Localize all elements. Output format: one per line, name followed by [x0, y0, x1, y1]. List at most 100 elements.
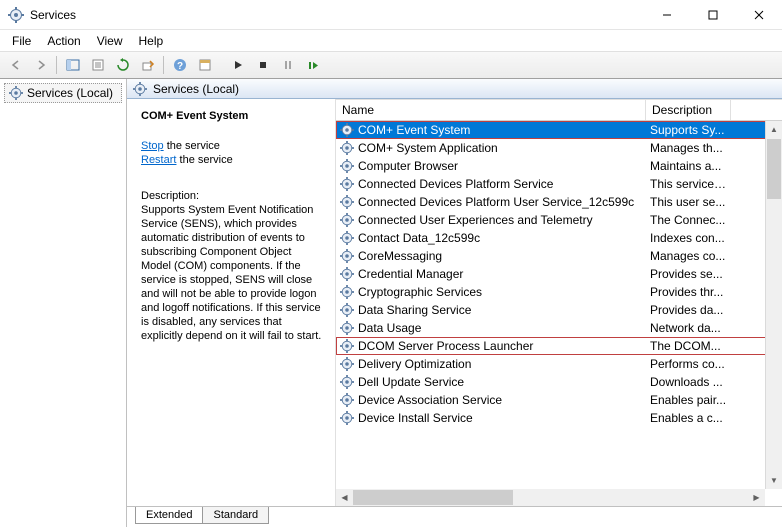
service-row[interactable]: CoreMessagingManages co...	[336, 247, 782, 265]
tab-extended[interactable]: Extended	[135, 507, 203, 524]
service-desc-cell: Performs co...	[646, 357, 731, 371]
gear-icon	[9, 86, 23, 100]
back-button[interactable]	[4, 54, 27, 76]
service-name-cell: CoreMessaging	[336, 249, 646, 263]
svg-text:?: ?	[176, 61, 182, 72]
service-name: Device Association Service	[358, 393, 502, 407]
restart-service-button[interactable]	[301, 54, 324, 76]
tree-root-services-local[interactable]: Services (Local)	[4, 83, 122, 103]
service-row[interactable]: Credential Manager Provides se...	[336, 265, 782, 283]
minimize-button[interactable]	[644, 0, 690, 30]
service-desc-cell: Downloads ...	[646, 375, 731, 389]
gear-icon	[340, 213, 354, 227]
close-button[interactable]	[736, 0, 782, 30]
description-label: Description:	[141, 189, 323, 203]
scroll-up-button[interactable]: ▲	[766, 121, 782, 138]
gear-icon	[340, 411, 354, 425]
pause-service-button[interactable]	[276, 54, 299, 76]
service-name: DCOM Server Process Launcher	[358, 339, 533, 353]
service-name: Connected Devices Platform User Service_…	[358, 195, 634, 209]
app-icon	[8, 7, 24, 23]
horizontal-scrollbar[interactable]: ◀ ▶	[336, 489, 765, 506]
service-actions: Stop the service Restart the service	[141, 139, 323, 167]
service-row[interactable]: COM+ Event SystemSupports Sy...	[336, 121, 782, 139]
hscroll-thumb[interactable]	[353, 490, 513, 505]
show-hide-tree-button[interactable]	[61, 54, 84, 76]
service-row[interactable]: Delivery OptimizationPerforms co...	[336, 355, 782, 373]
info-panel: COM+ Event System Stop the service Resta…	[127, 99, 335, 506]
service-desc-cell: Maintains a...	[646, 159, 731, 173]
service-name-cell: Data Sharing Service	[336, 303, 646, 317]
stop-suffix: the service	[164, 140, 220, 152]
service-row[interactable]: COM+ System Application Manages th...	[336, 139, 782, 157]
service-desc-cell: Provides thr...	[646, 285, 731, 299]
menu-file[interactable]: File	[4, 32, 39, 50]
service-name: CoreMessaging	[358, 249, 442, 263]
service-name: Credential Manager	[358, 267, 463, 281]
scroll-left-button[interactable]: ◀	[336, 489, 353, 506]
restart-link[interactable]: Restart	[141, 154, 176, 166]
service-name: Cryptographic Services	[358, 285, 482, 299]
gear-icon	[340, 195, 354, 209]
service-row[interactable]: Computer Browser Maintains a...	[336, 157, 782, 175]
service-desc-cell: Supports Sy...	[646, 123, 731, 137]
column-description[interactable]: Description	[646, 100, 731, 120]
service-name-cell: COM+ System Application	[336, 141, 646, 155]
gear-icon	[340, 375, 354, 389]
stop-link[interactable]: Stop	[141, 140, 164, 152]
service-name: Computer Browser	[358, 159, 458, 173]
service-desc-cell: The DCOM...	[646, 339, 731, 353]
menu-action[interactable]: Action	[39, 32, 88, 50]
service-name: Data Usage	[358, 321, 421, 335]
service-list[interactable]: COM+ Event SystemSupports Sy...COM+ Syst…	[336, 121, 782, 473]
tree-root-label: Services (Local)	[27, 86, 113, 100]
service-desc-cell: Provides da...	[646, 303, 731, 317]
service-row[interactable]: Device Install ServiceEnables a c...	[336, 409, 782, 427]
service-row[interactable]: Cryptographic Services Provides thr...	[336, 283, 782, 301]
view-tabs: Extended Standard	[127, 506, 782, 527]
service-row[interactable]: Connected Devices Platform ServiceThis s…	[336, 175, 782, 193]
window-controls	[644, 0, 782, 30]
properties-sheet-button[interactable]	[193, 54, 216, 76]
menu-view[interactable]: View	[89, 32, 131, 50]
stop-service-button[interactable]	[251, 54, 274, 76]
service-name: COM+ System Application	[358, 141, 498, 155]
service-desc-cell: Enables a c...	[646, 411, 731, 425]
service-row[interactable]: DCOM Server Process Launcher The DCOM...	[336, 337, 782, 355]
service-name-cell: Contact Data_12c599c	[336, 231, 646, 245]
start-service-button[interactable]	[226, 54, 249, 76]
service-row[interactable]: Device Association Service Enables pair..…	[336, 391, 782, 409]
scroll-right-button[interactable]: ▶	[748, 489, 765, 506]
properties-button[interactable]	[86, 54, 109, 76]
list-header-label: Services (Local)	[153, 82, 239, 96]
service-row[interactable]: Dell Update Service Downloads ...	[336, 373, 782, 391]
service-desc-cell: Enables pair...	[646, 393, 731, 407]
help-button[interactable]: ?	[168, 54, 191, 76]
service-name-cell: Connected Devices Platform Service	[336, 177, 646, 191]
service-row[interactable]: Connected User Experiences and Telemetry…	[336, 211, 782, 229]
column-name[interactable]: Name	[336, 100, 646, 120]
scroll-down-button[interactable]: ▼	[766, 472, 782, 489]
service-desc-cell: Provides se...	[646, 267, 731, 281]
menu-help[interactable]: Help	[131, 32, 172, 50]
service-desc-cell: Manages th...	[646, 141, 731, 155]
vertical-scrollbar[interactable]: ▲ ▼	[765, 121, 782, 489]
maximize-button[interactable]	[690, 0, 736, 30]
service-name: Data Sharing Service	[358, 303, 471, 317]
service-name: Dell Update Service	[358, 375, 464, 389]
service-name-cell: Dell Update Service	[336, 375, 646, 389]
service-name-cell: Delivery Optimization	[336, 357, 646, 371]
forward-button[interactable]	[29, 54, 52, 76]
scroll-thumb[interactable]	[767, 139, 781, 199]
refresh-button[interactable]	[111, 54, 134, 76]
service-row[interactable]: Data Usage Network da...	[336, 319, 782, 337]
service-name-cell: Device Association Service	[336, 393, 646, 407]
service-row[interactable]: Connected Devices Platform User Service_…	[336, 193, 782, 211]
tab-standard[interactable]: Standard	[202, 507, 269, 524]
export-button[interactable]	[136, 54, 159, 76]
service-row[interactable]: Data Sharing Service Provides da...	[336, 301, 782, 319]
gear-icon	[340, 249, 354, 263]
service-desc-cell: Network da...	[646, 321, 731, 335]
body: Services (Local) Services (Local) COM+ E…	[0, 79, 782, 527]
service-row[interactable]: Contact Data_12c599cIndexes con...	[336, 229, 782, 247]
